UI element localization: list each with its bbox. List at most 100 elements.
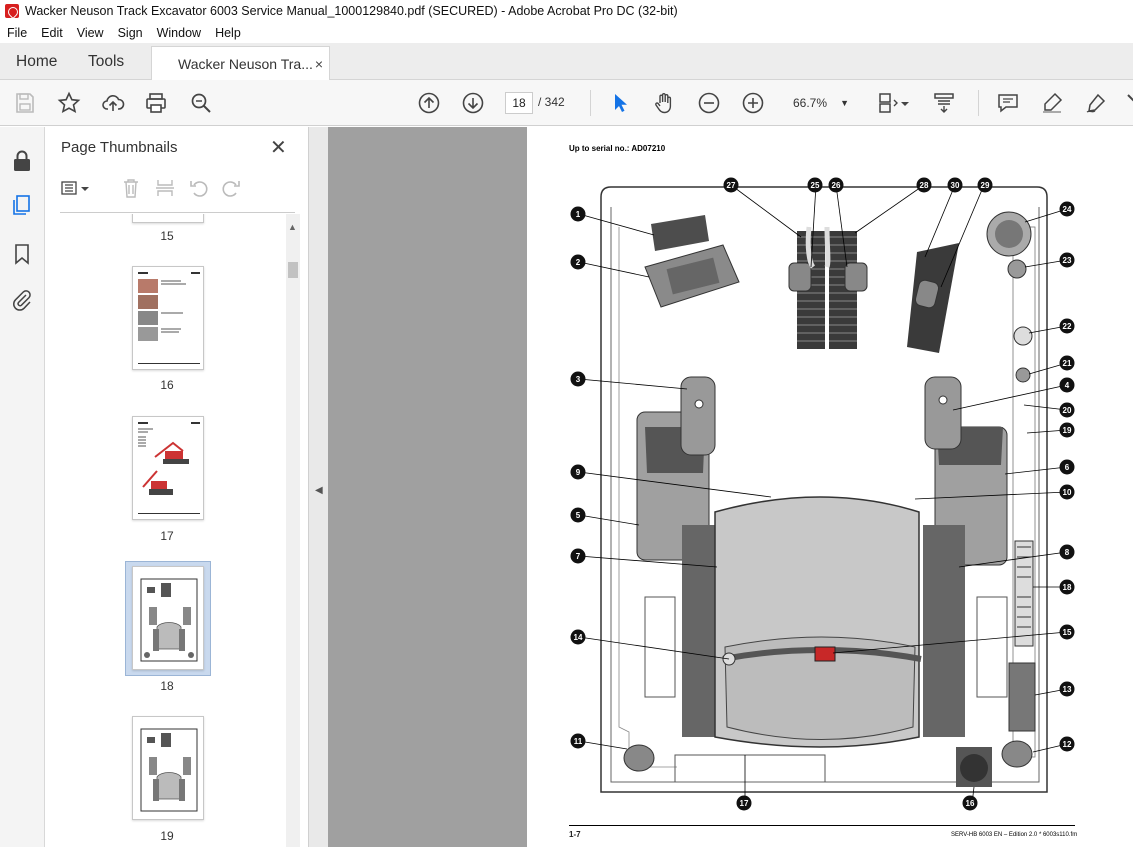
print-icon[interactable]: [144, 91, 168, 115]
svg-text:1: 1: [576, 210, 581, 219]
chevron-up-icon[interactable]: ▲: [288, 222, 297, 232]
callout-30: 30: [947, 177, 963, 193]
menu-window[interactable]: Window: [150, 26, 208, 40]
sign-pen-icon[interactable]: [1084, 91, 1108, 115]
tab-home[interactable]: Home: [16, 53, 57, 71]
callout-24: 24: [1059, 201, 1075, 217]
thumbnail-page-18[interactable]: [132, 566, 204, 670]
more-tools-icon[interactable]: [1124, 91, 1133, 115]
highlight-pen-icon[interactable]: [1040, 91, 1064, 115]
callout-20: 20: [1059, 402, 1075, 418]
svg-text:22: 22: [1063, 322, 1072, 331]
svg-text:9: 9: [576, 468, 581, 477]
rotate-left-icon[interactable]: [188, 177, 210, 199]
svg-text:29: 29: [981, 181, 990, 190]
callout-2: 2: [570, 254, 586, 270]
previous-page-icon[interactable]: [417, 91, 441, 115]
thumbnail-toolbar: [60, 177, 300, 203]
hand-tool-icon[interactable]: [652, 91, 676, 115]
page-number-input[interactable]: 18: [505, 92, 533, 114]
callout-14: 14: [570, 629, 586, 645]
svg-text:18: 18: [1063, 583, 1072, 592]
thumbnail-label: 18: [160, 679, 174, 693]
zoom-out-icon[interactable]: [697, 91, 721, 115]
svg-text:14: 14: [574, 633, 583, 642]
svg-text:17: 17: [740, 799, 749, 808]
tab-bar: Home Tools Wacker Neuson Tra... ×: [0, 43, 1133, 81]
svg-text:4: 4: [1065, 381, 1070, 390]
rotate-right-icon[interactable]: [220, 177, 242, 199]
upload-cloud-icon[interactable]: [101, 91, 125, 115]
select-cursor-icon[interactable]: [608, 91, 632, 115]
toolbar-divider: [978, 90, 979, 116]
tab-tools[interactable]: Tools: [88, 53, 124, 71]
bookmark-star-icon[interactable]: [57, 91, 81, 115]
comment-icon[interactable]: [996, 91, 1020, 115]
page-footer-rule: [569, 825, 1075, 826]
callout-1: 1: [570, 206, 586, 222]
thumbnail-page-16[interactable]: [132, 266, 204, 370]
collapse-panel-icon[interactable]: ◀: [315, 485, 323, 496]
callout-7: 7: [570, 548, 586, 564]
zoom-level-select[interactable]: 66.7% ▼: [787, 92, 855, 114]
attachments-icon[interactable]: [10, 288, 34, 312]
callout-17: 17: [736, 795, 752, 811]
scroll-mode-icon[interactable]: [932, 91, 956, 115]
close-tab-icon[interactable]: ×: [315, 56, 323, 72]
svg-text:20: 20: [1063, 406, 1072, 415]
page-footer-left: 1-7: [569, 830, 581, 839]
callout-29: 29: [977, 177, 993, 193]
cabin-controls-drawing: 1234567 891011 121314151617181920212223242…: [570, 177, 1075, 811]
extract-page-icon[interactable]: [154, 177, 176, 199]
search-zoom-icon[interactable]: [189, 91, 213, 115]
thumbnail-label: 15: [160, 229, 174, 243]
callout-27: 27: [723, 177, 739, 193]
callout-28: 28: [916, 177, 932, 193]
svg-text:11: 11: [574, 737, 583, 746]
next-page-icon[interactable]: [461, 91, 485, 115]
svg-text:28: 28: [920, 181, 929, 190]
document-page: Up to serial no.: AD07210 1 2 3 4 5 6 7 …: [527, 127, 1133, 847]
delete-page-icon[interactable]: [120, 177, 142, 199]
menu-edit[interactable]: Edit: [34, 26, 70, 40]
menu-file[interactable]: File: [0, 26, 34, 40]
callout-22: 22: [1059, 318, 1075, 334]
options-menu-icon[interactable]: [60, 177, 82, 199]
thumbnail-scrollbar[interactable]: ▲: [286, 214, 300, 847]
callout-4: 4: [1059, 377, 1075, 393]
thumbnail-page-17[interactable]: [132, 416, 204, 520]
menu-help[interactable]: Help: [208, 26, 248, 40]
thumbnail-label: 16: [160, 378, 174, 392]
callout-10: 10: [1059, 484, 1075, 500]
fit-page-icon[interactable]: [876, 91, 900, 115]
panel-splitter[interactable]: ◀: [308, 127, 328, 847]
close-panel-icon[interactable]: ✕: [270, 135, 287, 160]
main-toolbar: 18 / 342 66.7% ▼: [0, 80, 1133, 126]
svg-text:23: 23: [1063, 256, 1072, 265]
bookmarks-icon[interactable]: [10, 242, 34, 266]
title-bar: Wacker Neuson Track Excavator 6003 Servi…: [0, 0, 1133, 22]
zoom-in-icon[interactable]: [741, 91, 765, 115]
callout-13: 13: [1059, 681, 1075, 697]
callout-6: 6: [1059, 459, 1075, 475]
chevron-down-icon[interactable]: [900, 91, 910, 115]
window-title: Wacker Neuson Track Excavator 6003 Servi…: [25, 4, 678, 18]
thumbnail-page-19[interactable]: [132, 716, 204, 820]
tab-document[interactable]: Wacker Neuson Tra... ×: [151, 46, 330, 81]
scrollbar-thumb[interactable]: [288, 262, 298, 278]
svg-text:13: 13: [1063, 685, 1072, 694]
callout-5: 5: [570, 507, 586, 523]
page-thumbnails-icon[interactable]: [0, 185, 45, 225]
svg-text:3: 3: [576, 375, 581, 384]
callout-23: 23: [1059, 252, 1075, 268]
lock-icon[interactable]: [10, 149, 34, 173]
save-icon[interactable]: [13, 91, 37, 115]
callout-15: 15: [1059, 624, 1075, 640]
thumbnail-page-15[interactable]: [132, 214, 204, 223]
chevron-down-icon[interactable]: [80, 177, 90, 199]
menu-view[interactable]: View: [70, 26, 111, 40]
page-thumbnails-panel: Page Thumbnails ✕ 15 16 17 18 19 ▲: [46, 127, 308, 847]
menu-sign[interactable]: Sign: [111, 26, 150, 40]
chevron-down-icon: ▼: [840, 98, 849, 108]
callout-21: 21: [1059, 355, 1075, 371]
